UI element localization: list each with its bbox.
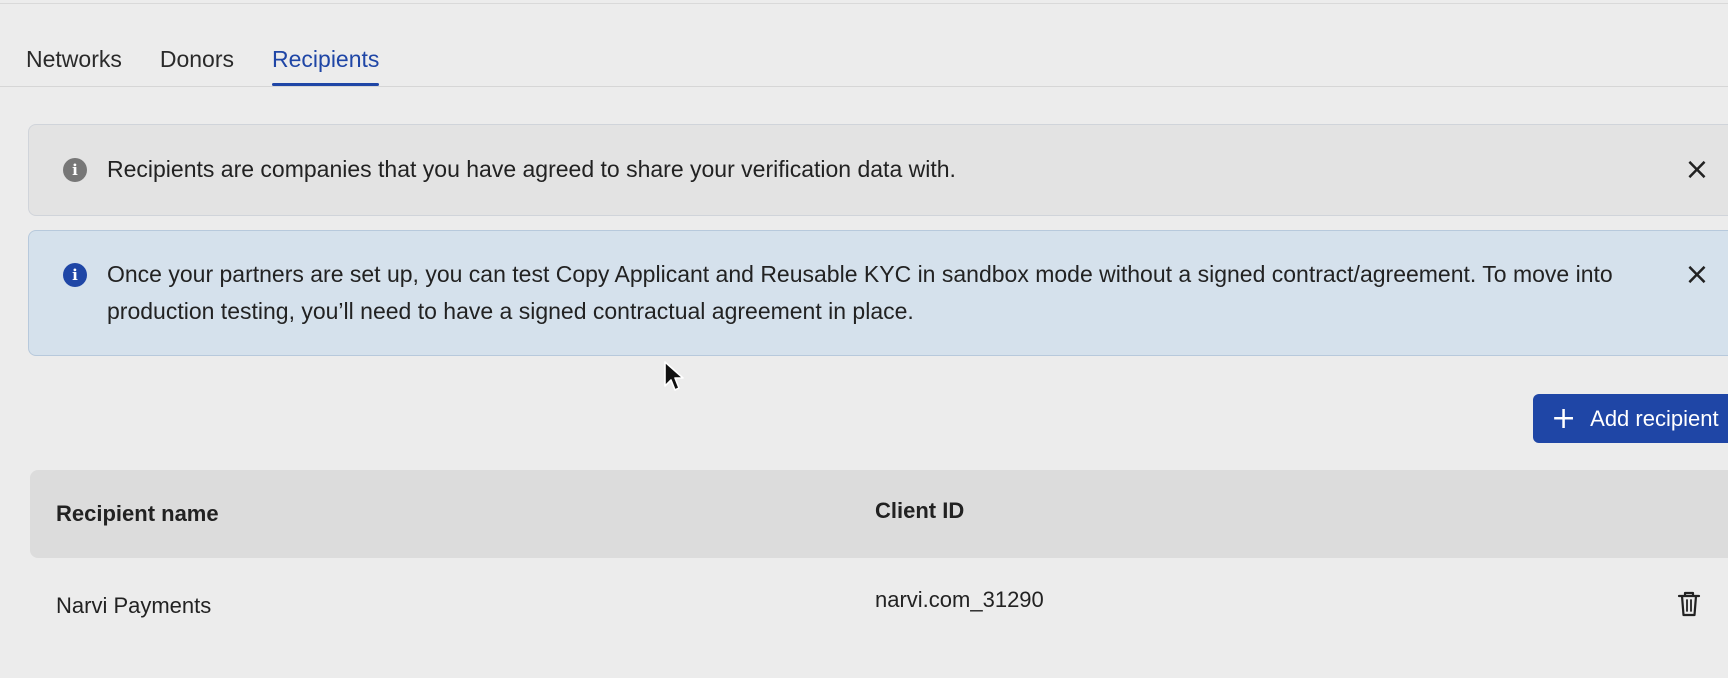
tab-recipients[interactable]: Recipients <box>272 34 380 86</box>
add-recipient-label: Add recipient <box>1590 405 1719 431</box>
table-row: Narvi Payments narvi.com_31290 <box>30 570 1728 650</box>
notice-banner-text: Once your partners are set up, you can t… <box>107 261 1613 324</box>
recipients-page: Networks Donors Recipients i Recipients … <box>0 0 1728 678</box>
info-icon: i <box>63 158 87 182</box>
table-header: Recipient name Client ID <box>30 470 1728 558</box>
info-banner: i Recipients are companies that you have… <box>28 124 1728 216</box>
notice-banner: i Once your partners are set up, you can… <box>28 230 1728 356</box>
tab-bar-divider <box>0 86 1728 87</box>
client-id-cell: narvi.com_31290 <box>875 587 1044 612</box>
column-header-client-id: Client ID <box>875 498 965 523</box>
top-divider <box>0 0 1728 4</box>
info-banner-text: Recipients are companies that you have a… <box>107 156 956 182</box>
mouse-pointer-icon <box>664 361 684 391</box>
column-header-recipient-name: Recipient name <box>56 501 219 526</box>
recipient-name-cell: Narvi Payments <box>56 593 212 618</box>
tab-networks[interactable]: Networks <box>26 34 122 84</box>
plus-icon: + <box>1551 400 1577 436</box>
add-recipient-button[interactable]: + Add recipient <box>1533 394 1728 443</box>
close-icon[interactable]: × <box>1683 260 1711 290</box>
tab-donors[interactable]: Donors <box>160 34 234 84</box>
tab-bar: Networks Donors Recipients <box>26 34 380 86</box>
info-icon: i <box>63 263 87 287</box>
close-icon[interactable]: × <box>1683 155 1711 185</box>
trash-icon[interactable] <box>1676 590 1702 618</box>
